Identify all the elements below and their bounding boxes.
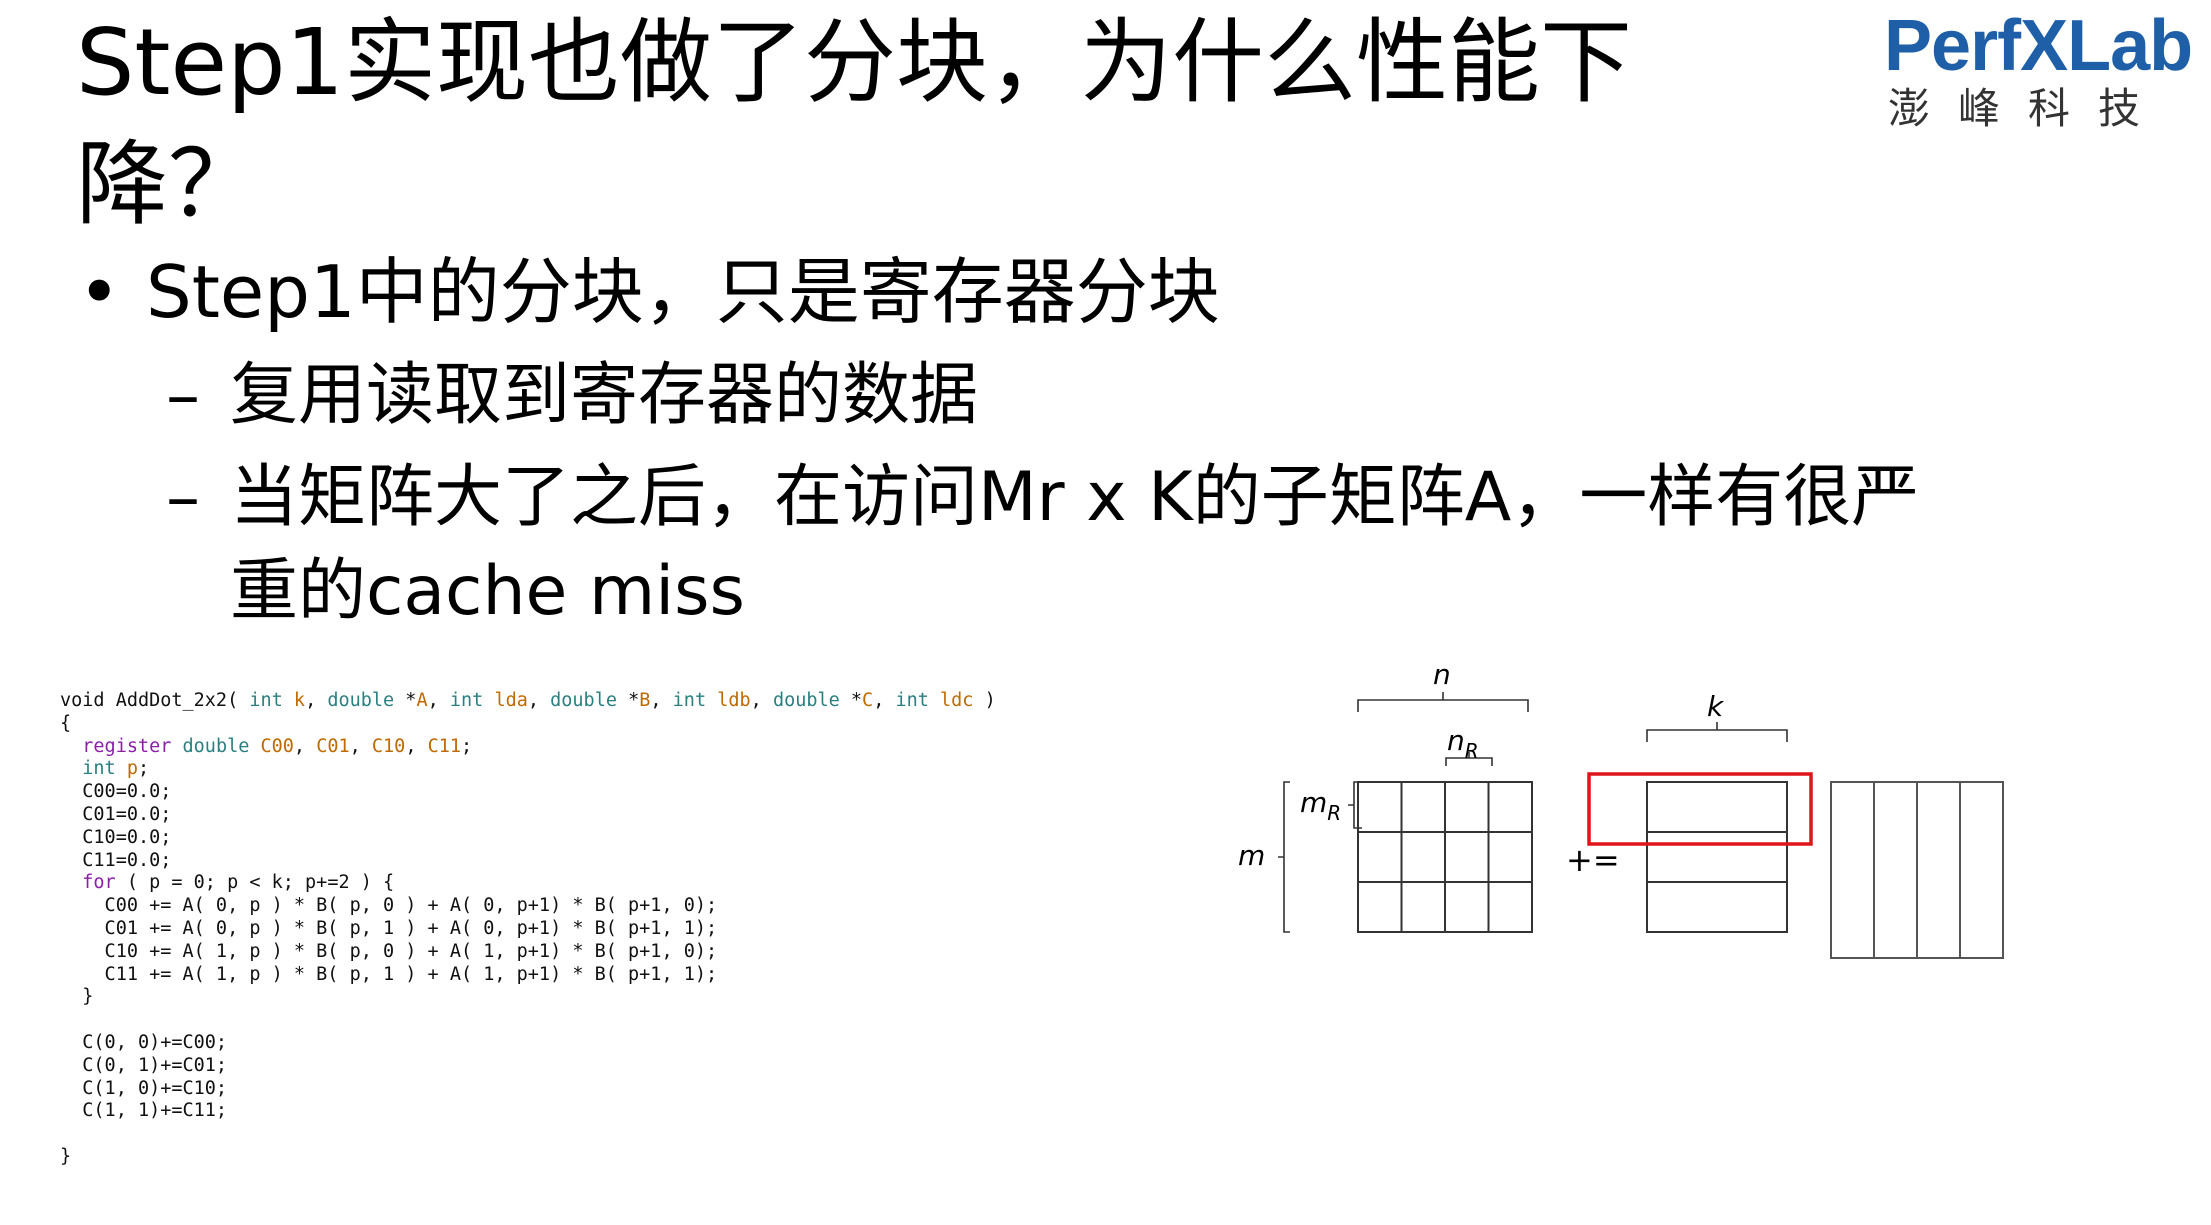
code-line: C01=0.0; <box>60 803 172 825</box>
m-brace <box>1278 781 1290 933</box>
sub-bullet-2-continued: 重的cache miss <box>230 552 745 631</box>
label-mR: mR <box>1300 786 1341 825</box>
code-line: C(1, 1)+=C11; <box>60 1100 228 1122</box>
code-line: C11 += A( 1, p ) * B( p, 1 ) + A( 1, p+1… <box>60 963 718 985</box>
sub-bullet-1: – 复用读取到寄存器的数据 <box>166 350 978 442</box>
sub-bullet-text: 复用读取到寄存器的数据 <box>230 356 979 435</box>
code-line: } <box>60 986 94 1008</box>
code-line: C(0, 0)+=C00; <box>60 1031 228 1053</box>
code-line: register double C00, C01, C10, C11; <box>82 735 473 757</box>
sub-bullet-2: – 当矩阵大了之后，在访问Mr x K的子矩阵A，一样有很严 <box>166 452 1919 544</box>
code-line: C11=0.0; <box>60 849 172 871</box>
k-brace <box>1646 722 1788 742</box>
logo-x: X <box>2020 6 2068 86</box>
bullet-point: • Step1中的分块，只是寄存器分块 <box>78 244 1220 340</box>
code-block: void AddDot_2x2( int k, double *A, int l… <box>60 690 996 1169</box>
code-line: C10=0.0; <box>60 826 172 848</box>
sub-bullet-text: 当矩阵大了之后，在访问Mr x K的子矩阵A，一样有很严 <box>230 458 1920 537</box>
plus-equals-operator: += <box>1566 841 1620 879</box>
blocking-diagram: n nR k mR m += <box>1238 658 2004 959</box>
logo-wordmark: PerfXLab <box>1884 6 2193 86</box>
logo-subtitle: 澎峰科技 <box>1888 84 2169 133</box>
bullet-text: Step1中的分块，只是寄存器分块 <box>146 250 1220 334</box>
matrix-b <box>1830 781 2004 959</box>
bullet-dot-icon: • <box>78 250 121 334</box>
code-line: C10 += A( 1, p ) * B( p, 0 ) + A( 1, p+1… <box>60 940 718 962</box>
code-line: } <box>60 1145 72 1167</box>
dash-icon: – <box>166 356 200 435</box>
perfxlab-logo: PerfXLab 澎峰科技 <box>1884 6 2204 136</box>
code-line: C00 += A( 0, p ) * B( p, 0 ) + A( 0, p+1… <box>60 895 718 917</box>
code-line: void AddDot_2x2( int k, double *A, int l… <box>60 690 996 711</box>
code-line: C(1, 0)+=C10; <box>60 1077 228 1099</box>
code-line: int p; <box>82 758 150 780</box>
label-k: k <box>1707 690 1725 723</box>
dash-icon: – <box>166 458 200 537</box>
label-nR: nR <box>1447 724 1479 763</box>
logo-suffix: Lab <box>2067 6 2193 86</box>
n-brace <box>1357 692 1529 712</box>
code-line: { <box>60 712 72 734</box>
code-line: C00=0.0; <box>60 781 172 803</box>
mR-brace <box>1348 781 1362 829</box>
code-line: for ( p = 0; p < k; p+=2 ) { <box>82 872 395 894</box>
matrix-a <box>1646 781 1788 933</box>
code-line: C01 += A( 0, p ) * B( p, 1 ) + A( 0, p+1… <box>60 917 718 939</box>
logo-prefix: Perf <box>1884 6 2021 86</box>
code-line: C(0, 1)+=C01; <box>60 1054 228 1076</box>
label-m: m <box>1238 839 1265 872</box>
label-n: n <box>1433 658 1451 691</box>
page-title: Step1实现也做了分块，为什么性能下降？ <box>76 9 1633 238</box>
highlight-box <box>1587 772 1813 846</box>
matrix-c <box>1357 781 1533 933</box>
